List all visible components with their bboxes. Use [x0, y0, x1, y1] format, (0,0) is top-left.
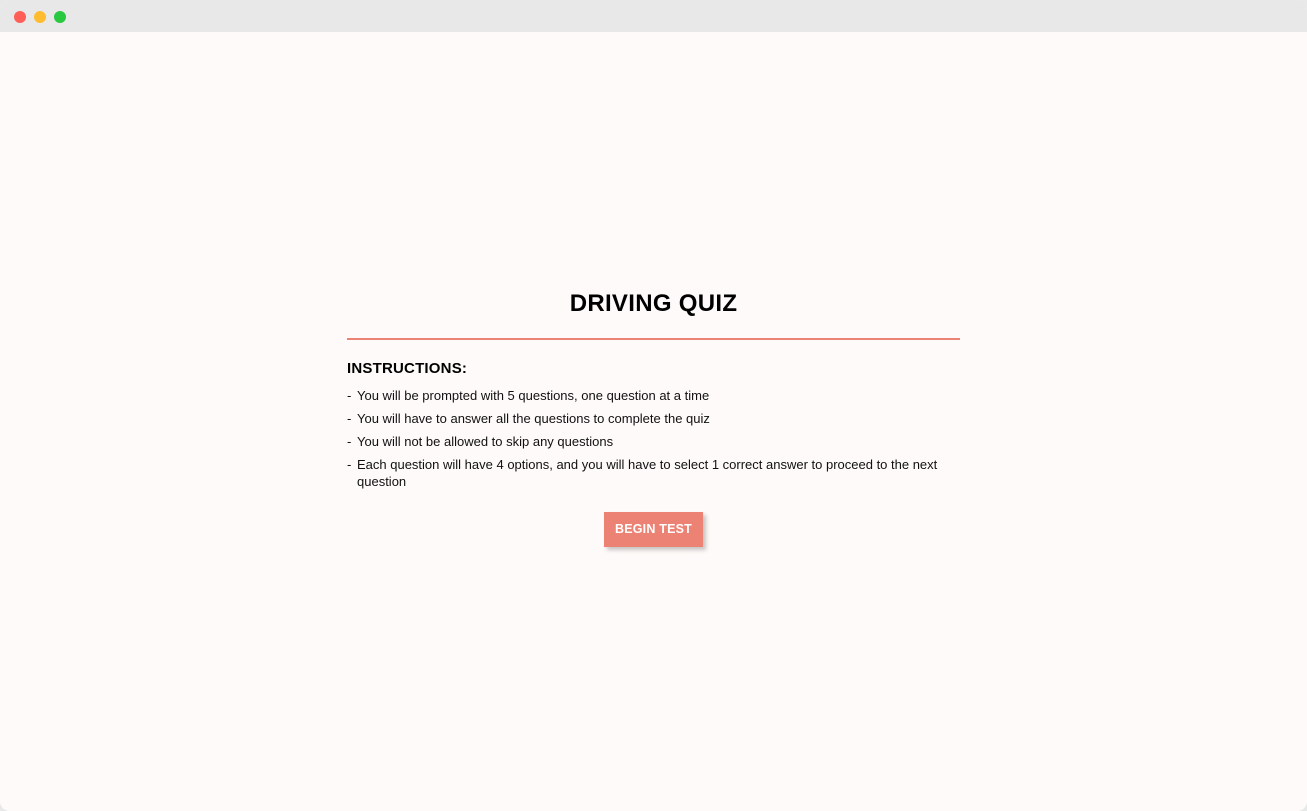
instruction-text: You will have to answer all the question…: [357, 411, 710, 426]
list-bullet: -: [347, 411, 352, 426]
page-title: DRIVING QUIZ: [569, 290, 738, 317]
instructions-heading: INSTRUCTIONS:: [347, 360, 468, 377]
begin-test-button[interactable]: BEGIN TEST: [604, 512, 703, 547]
maximize-window-icon[interactable]: [54, 11, 66, 23]
instruction-text: You will be prompted with 5 questions, o…: [357, 388, 710, 403]
instruction-item: - You will be prompted with 5 questions,…: [347, 387, 960, 404]
quiz-intro-card: DRIVING QUIZ INSTRUCTIONS: - You will be…: [347, 287, 960, 547]
instruction-text: Each question will have 4 options, and y…: [357, 457, 938, 489]
list-bullet: -: [347, 457, 352, 472]
list-bullet: -: [347, 434, 352, 449]
close-window-icon[interactable]: [14, 11, 26, 23]
instructions-list: - You will be prompted with 5 questions,…: [347, 387, 960, 490]
browser-window: DRIVING QUIZ INSTRUCTIONS: - You will be…: [0, 0, 1307, 811]
list-bullet: -: [347, 388, 352, 403]
instruction-item: - Each question will have 4 options, and…: [347, 456, 960, 490]
instruction-text: You will not be allowed to skip any ques…: [357, 434, 614, 449]
minimize-window-icon[interactable]: [34, 11, 46, 23]
page-content: DRIVING QUIZ INSTRUCTIONS: - You will be…: [0, 32, 1307, 811]
title-divider: [347, 338, 960, 340]
window-titlebar: [0, 0, 1307, 32]
button-row: BEGIN TEST: [347, 512, 960, 547]
instruction-item: - You will not be allowed to skip any qu…: [347, 433, 960, 450]
instruction-item: - You will have to answer all the questi…: [347, 410, 960, 427]
